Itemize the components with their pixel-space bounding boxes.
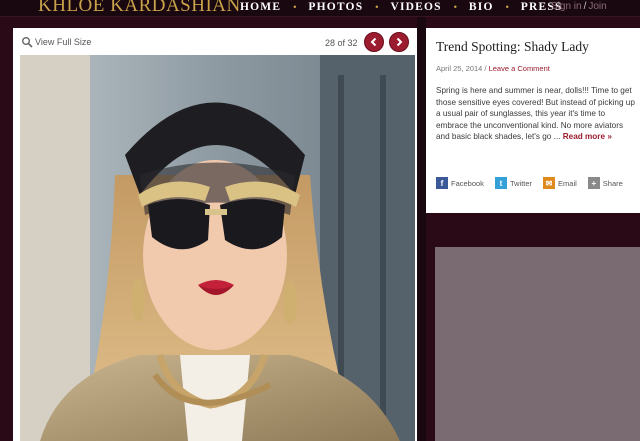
share-bar: f Facebook t Twitter ✉ Email + Share bbox=[436, 177, 640, 189]
account-links: Sign in / Join bbox=[551, 1, 607, 12]
share-twitter-label: Twitter bbox=[509, 178, 533, 188]
share-more[interactable]: + Share bbox=[587, 177, 623, 189]
share-email[interactable]: ✉ Email bbox=[543, 177, 577, 189]
article-excerpt: Spring is here and summer is near, dolls… bbox=[436, 85, 636, 143]
column-gutter bbox=[417, 17, 426, 441]
view-full-size-link[interactable]: View Full Size bbox=[21, 36, 91, 48]
advertisement-placeholder bbox=[435, 247, 640, 441]
nav-separator: • bbox=[453, 2, 457, 12]
gallery-photo[interactable] bbox=[20, 55, 415, 441]
nav-separator: • bbox=[375, 2, 379, 12]
twitter-icon: t bbox=[494, 177, 507, 189]
chevron-right-icon bbox=[396, 37, 403, 47]
email-icon: ✉ bbox=[543, 177, 556, 189]
nav-item-home[interactable]: HOME bbox=[240, 1, 281, 13]
article-date: April 25, 2014 bbox=[436, 64, 483, 73]
account-separator: / bbox=[583, 1, 587, 12]
share-facebook[interactable]: f Facebook bbox=[436, 177, 484, 189]
share-email-label: Email bbox=[558, 178, 577, 188]
share-plus-icon: + bbox=[587, 177, 600, 189]
photo-counter: 28 of 32 bbox=[325, 38, 358, 48]
nav-item-videos[interactable]: VIDEOS bbox=[390, 1, 441, 13]
share-more-label: Share bbox=[602, 178, 623, 188]
magnifier-icon bbox=[22, 37, 33, 48]
article-panel: Trend Spotting: Shady Lady April 25, 201… bbox=[426, 28, 640, 213]
view-full-size-label: View Full Size bbox=[35, 37, 92, 47]
top-navigation-bar: KHLOE KARDASHIAN HOME • PHOTOS • VIDEOS … bbox=[0, 0, 640, 17]
previous-photo-button[interactable] bbox=[364, 32, 384, 52]
read-more-link[interactable]: Read more » bbox=[563, 132, 612, 141]
nav-separator: • bbox=[505, 2, 509, 12]
article-title[interactable]: Trend Spotting: Shady Lady bbox=[436, 39, 636, 55]
facebook-icon: f bbox=[436, 177, 448, 189]
article-meta: April 25, 2014 / Leave a Comment bbox=[436, 64, 550, 73]
main-nav: HOME • PHOTOS • VIDEOS • BIO • PRESS bbox=[240, 0, 563, 14]
nav-item-bio[interactable]: BIO bbox=[469, 1, 494, 13]
leave-comment-link[interactable]: Leave a Comment bbox=[489, 64, 550, 73]
next-photo-button[interactable] bbox=[389, 32, 409, 52]
sign-in-link[interactable]: Sign in bbox=[551, 1, 582, 12]
photo-gallery-panel: View Full Size 28 of 32 bbox=[13, 28, 417, 441]
nav-item-photos[interactable]: PHOTOS bbox=[308, 1, 363, 13]
chevron-left-icon bbox=[370, 37, 377, 47]
share-facebook-label: Facebook bbox=[451, 178, 484, 188]
join-link[interactable]: Join bbox=[588, 1, 606, 12]
site-logo[interactable]: KHLOE KARDASHIAN bbox=[38, 0, 241, 17]
share-twitter[interactable]: t Twitter bbox=[494, 177, 533, 189]
nav-separator: • bbox=[293, 2, 297, 12]
meta-separator: / bbox=[484, 64, 487, 73]
